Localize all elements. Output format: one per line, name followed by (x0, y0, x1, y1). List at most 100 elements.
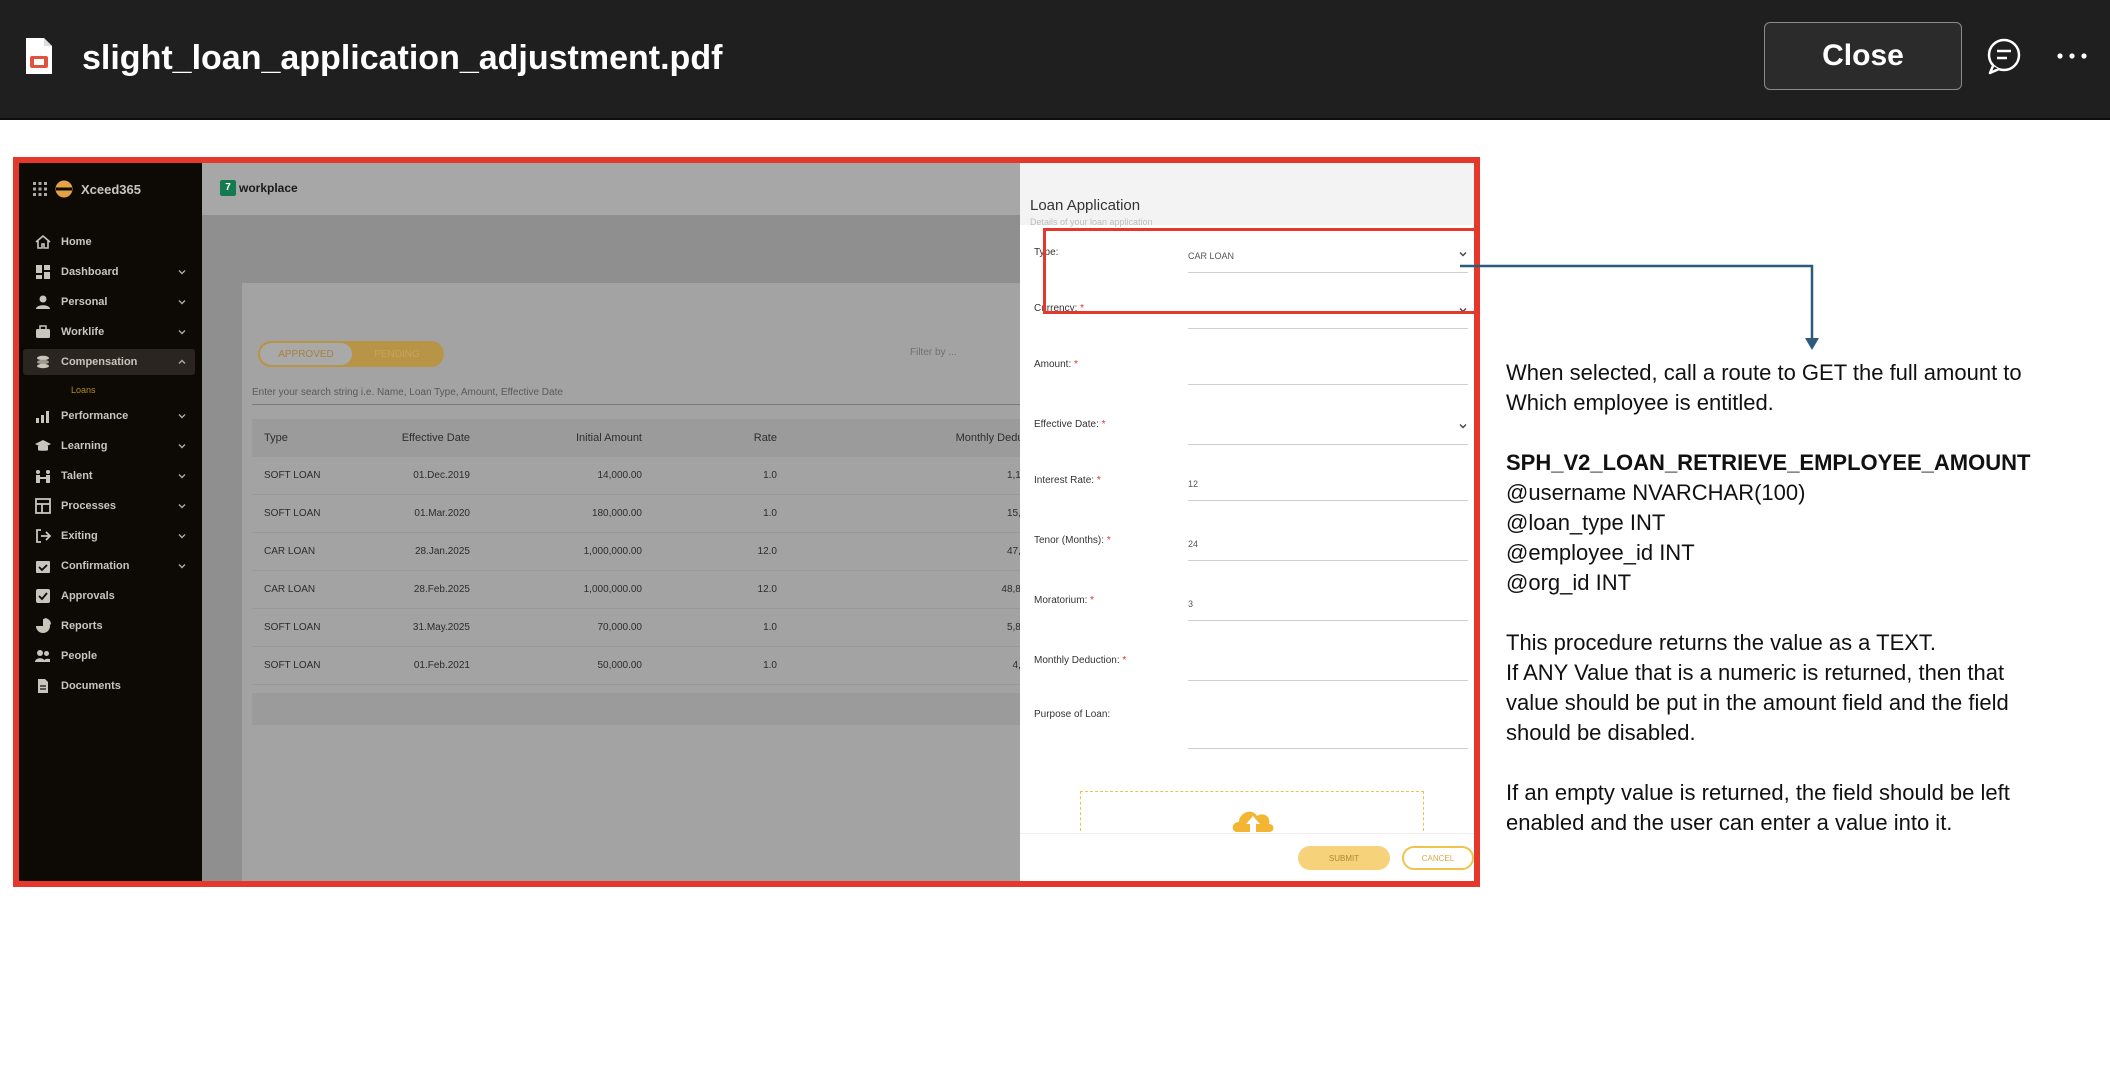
people-icon (35, 650, 50, 662)
table-row[interactable]: SOFT LOAN 31.May.2025 70,000.00 1.0 5,86… (252, 609, 1032, 647)
note-line: If an empty value is returned, the field… (1506, 780, 2010, 805)
column-header[interactable]: Effective Date (402, 419, 470, 457)
sidebar-item-personal[interactable]: Personal (23, 289, 195, 315)
table-row[interactable]: SOFT LOAN 01.Mar.2020 180,000.00 1.0 15,… (252, 495, 1032, 533)
cell-rate: 12.0 (757, 584, 777, 595)
monthly-deduction-field: Monthly Deduction: * (1034, 641, 1468, 681)
cell-type: SOFT LOAN (264, 622, 321, 633)
interest-rate-input[interactable]: 12 (1188, 461, 1468, 501)
interest-rate-field: Interest Rate: * 12 (1034, 461, 1468, 501)
file-name: slight_loan_application_adjustment.pdf (82, 39, 723, 77)
chevron-down-icon (178, 444, 186, 449)
pending-tab[interactable]: PENDING (352, 343, 442, 365)
upload-dropzone[interactable] (1080, 791, 1424, 832)
chevron-down-icon (178, 504, 186, 509)
field-label: Moratorium: * (1034, 595, 1095, 606)
cell-rate: 1.0 (763, 660, 777, 671)
xceed-logo-icon (55, 180, 73, 198)
cell-initial-amount: 14,000.00 (597, 470, 643, 481)
chevron-up-icon (178, 359, 186, 364)
table-row[interactable]: CAR LOAN 28.Feb.2025 1,000,000.00 12.0 4… (252, 571, 1032, 609)
comment-icon[interactable] (1984, 36, 2024, 76)
sidebar-item-label: Processes (61, 500, 117, 512)
close-button[interactable]: Close (1764, 22, 1962, 90)
sidebar-item-label: Personal (61, 296, 108, 308)
moratorium-field: Moratorium: * 3 (1034, 581, 1468, 621)
sidebar-item-label: People (61, 650, 98, 662)
column-header[interactable]: Rate (754, 419, 777, 457)
cell-effective-date: 31.May.2025 (412, 622, 470, 633)
tenor-input[interactable]: 24 (1188, 521, 1468, 561)
sidebar-item-learning[interactable]: Learning (23, 433, 195, 459)
sidebar-item-people[interactable]: People (23, 643, 195, 669)
monthly-deduction-input[interactable] (1188, 641, 1468, 681)
table-row[interactable]: SOFT LOAN 01.Dec.2019 14,000.00 1.0 1,17… (252, 457, 1032, 495)
table-row[interactable]: SOFT LOAN 01.Feb.2021 50,000.00 1.0 4,18 (252, 647, 1032, 685)
sidebar-item-reports[interactable]: Reports (23, 613, 195, 639)
cell-type: CAR LOAN (264, 546, 316, 557)
cell-initial-amount: 1,000,000.00 (583, 584, 642, 595)
field-label: Purpose of Loan: (1034, 709, 1111, 720)
sidebar-item-home[interactable]: Home (23, 229, 195, 255)
cell-type: SOFT LOAN (264, 660, 321, 671)
sidebar-item-dashboard[interactable]: Dashboard (23, 259, 195, 285)
purpose-textarea[interactable] (1188, 695, 1468, 749)
filter-input[interactable]: Filter by ... (910, 347, 957, 358)
sidebar-item-processes[interactable]: Processes (23, 493, 195, 519)
sidebar-item-documents[interactable]: Documents (23, 673, 195, 699)
procedure-name: SPH_V2_LOAN_RETRIEVE_EMPLOYEE_AMOUNT (1506, 450, 2031, 475)
amount-field: Amount: * (1034, 345, 1468, 385)
sidebar-item-compensation[interactable]: Compensation (23, 349, 195, 375)
note-line: value should be put in the amount field … (1506, 690, 2009, 715)
workplace-name: workplace (239, 181, 298, 195)
cell-initial-amount: 70,000.00 (597, 622, 643, 633)
submit-button[interactable]: SUBMIT (1298, 846, 1390, 870)
sidebar-item-confirmation[interactable]: Confirmation (23, 553, 195, 579)
chevron-down-icon (178, 564, 186, 569)
coins-icon (37, 355, 49, 369)
briefcase-icon (36, 325, 50, 338)
note-line: enabled and the user can enter a value i… (1506, 810, 1953, 835)
field-label: Interest Rate: * (1034, 475, 1101, 486)
note-line: should be disabled. (1506, 720, 1696, 745)
table-header: Type Effective Date Initial Amount Rate … (252, 419, 1032, 457)
panel-title: Loan Application (1030, 197, 1141, 214)
sidebar-item-performance[interactable]: Performance (23, 403, 195, 429)
table-row[interactable]: CAR LOAN 28.Jan.2025 1,000,000.00 12.0 4… (252, 533, 1032, 571)
pdf-file-icon (26, 38, 52, 74)
workplace-logo: 7 workplace (220, 179, 298, 197)
sidebar-subitem-loans[interactable]: Loans (71, 385, 96, 395)
annotation-note: When selected, call a route to GET the f… (1506, 358, 2096, 838)
cell-rate: 1.0 (763, 622, 777, 633)
effective-date-select[interactable] (1188, 405, 1468, 445)
main-content: 7 workplace APPROVED PENDING Filter by .… (202, 163, 1032, 881)
note-line: If ANY Value that is a numeric is return… (1506, 660, 2005, 685)
sidebar-item-label: Documents (61, 680, 121, 692)
approved-tab[interactable]: APPROVED (260, 343, 352, 365)
field-label: Effective Date: * (1034, 419, 1106, 430)
status-toggle: APPROVED PENDING (258, 341, 444, 367)
chevron-down-icon (178, 534, 186, 539)
search-input[interactable]: Enter your search string i.e. Name, Loan… (252, 387, 1022, 405)
sidebar-item-exiting[interactable]: Exiting (23, 523, 195, 549)
moratorium-input[interactable]: 3 (1188, 581, 1468, 621)
cell-rate: 1.0 (763, 508, 777, 519)
amount-input[interactable] (1188, 345, 1468, 385)
table-footer (252, 693, 1022, 725)
cell-type: CAR LOAN (264, 584, 316, 595)
sidebar-item-talent[interactable]: Talent (23, 463, 195, 489)
connector-arrow (1460, 264, 1819, 350)
embedded-screenshot: Xceed365 Home Dashboard Personal Worklif… (13, 157, 1480, 887)
sidebar-item-approvals[interactable]: Approvals (23, 583, 195, 609)
chevron-down-icon (178, 414, 186, 419)
column-header[interactable]: Type (264, 419, 288, 457)
panel-subtitle: Details of your loan application (1030, 217, 1153, 227)
cancel-button[interactable]: CANCEL (1402, 846, 1474, 870)
apps-grid-icon[interactable] (33, 182, 47, 196)
column-header[interactable]: Initial Amount (576, 419, 642, 457)
more-options-icon[interactable] (2056, 50, 2088, 62)
sidebar-item-worklife[interactable]: Worklife (23, 319, 195, 345)
sidebar-item-label: Approvals (61, 590, 115, 602)
tenor-field: Tenor (Months): * 24 (1034, 521, 1468, 561)
cell-type: SOFT LOAN (264, 470, 321, 481)
